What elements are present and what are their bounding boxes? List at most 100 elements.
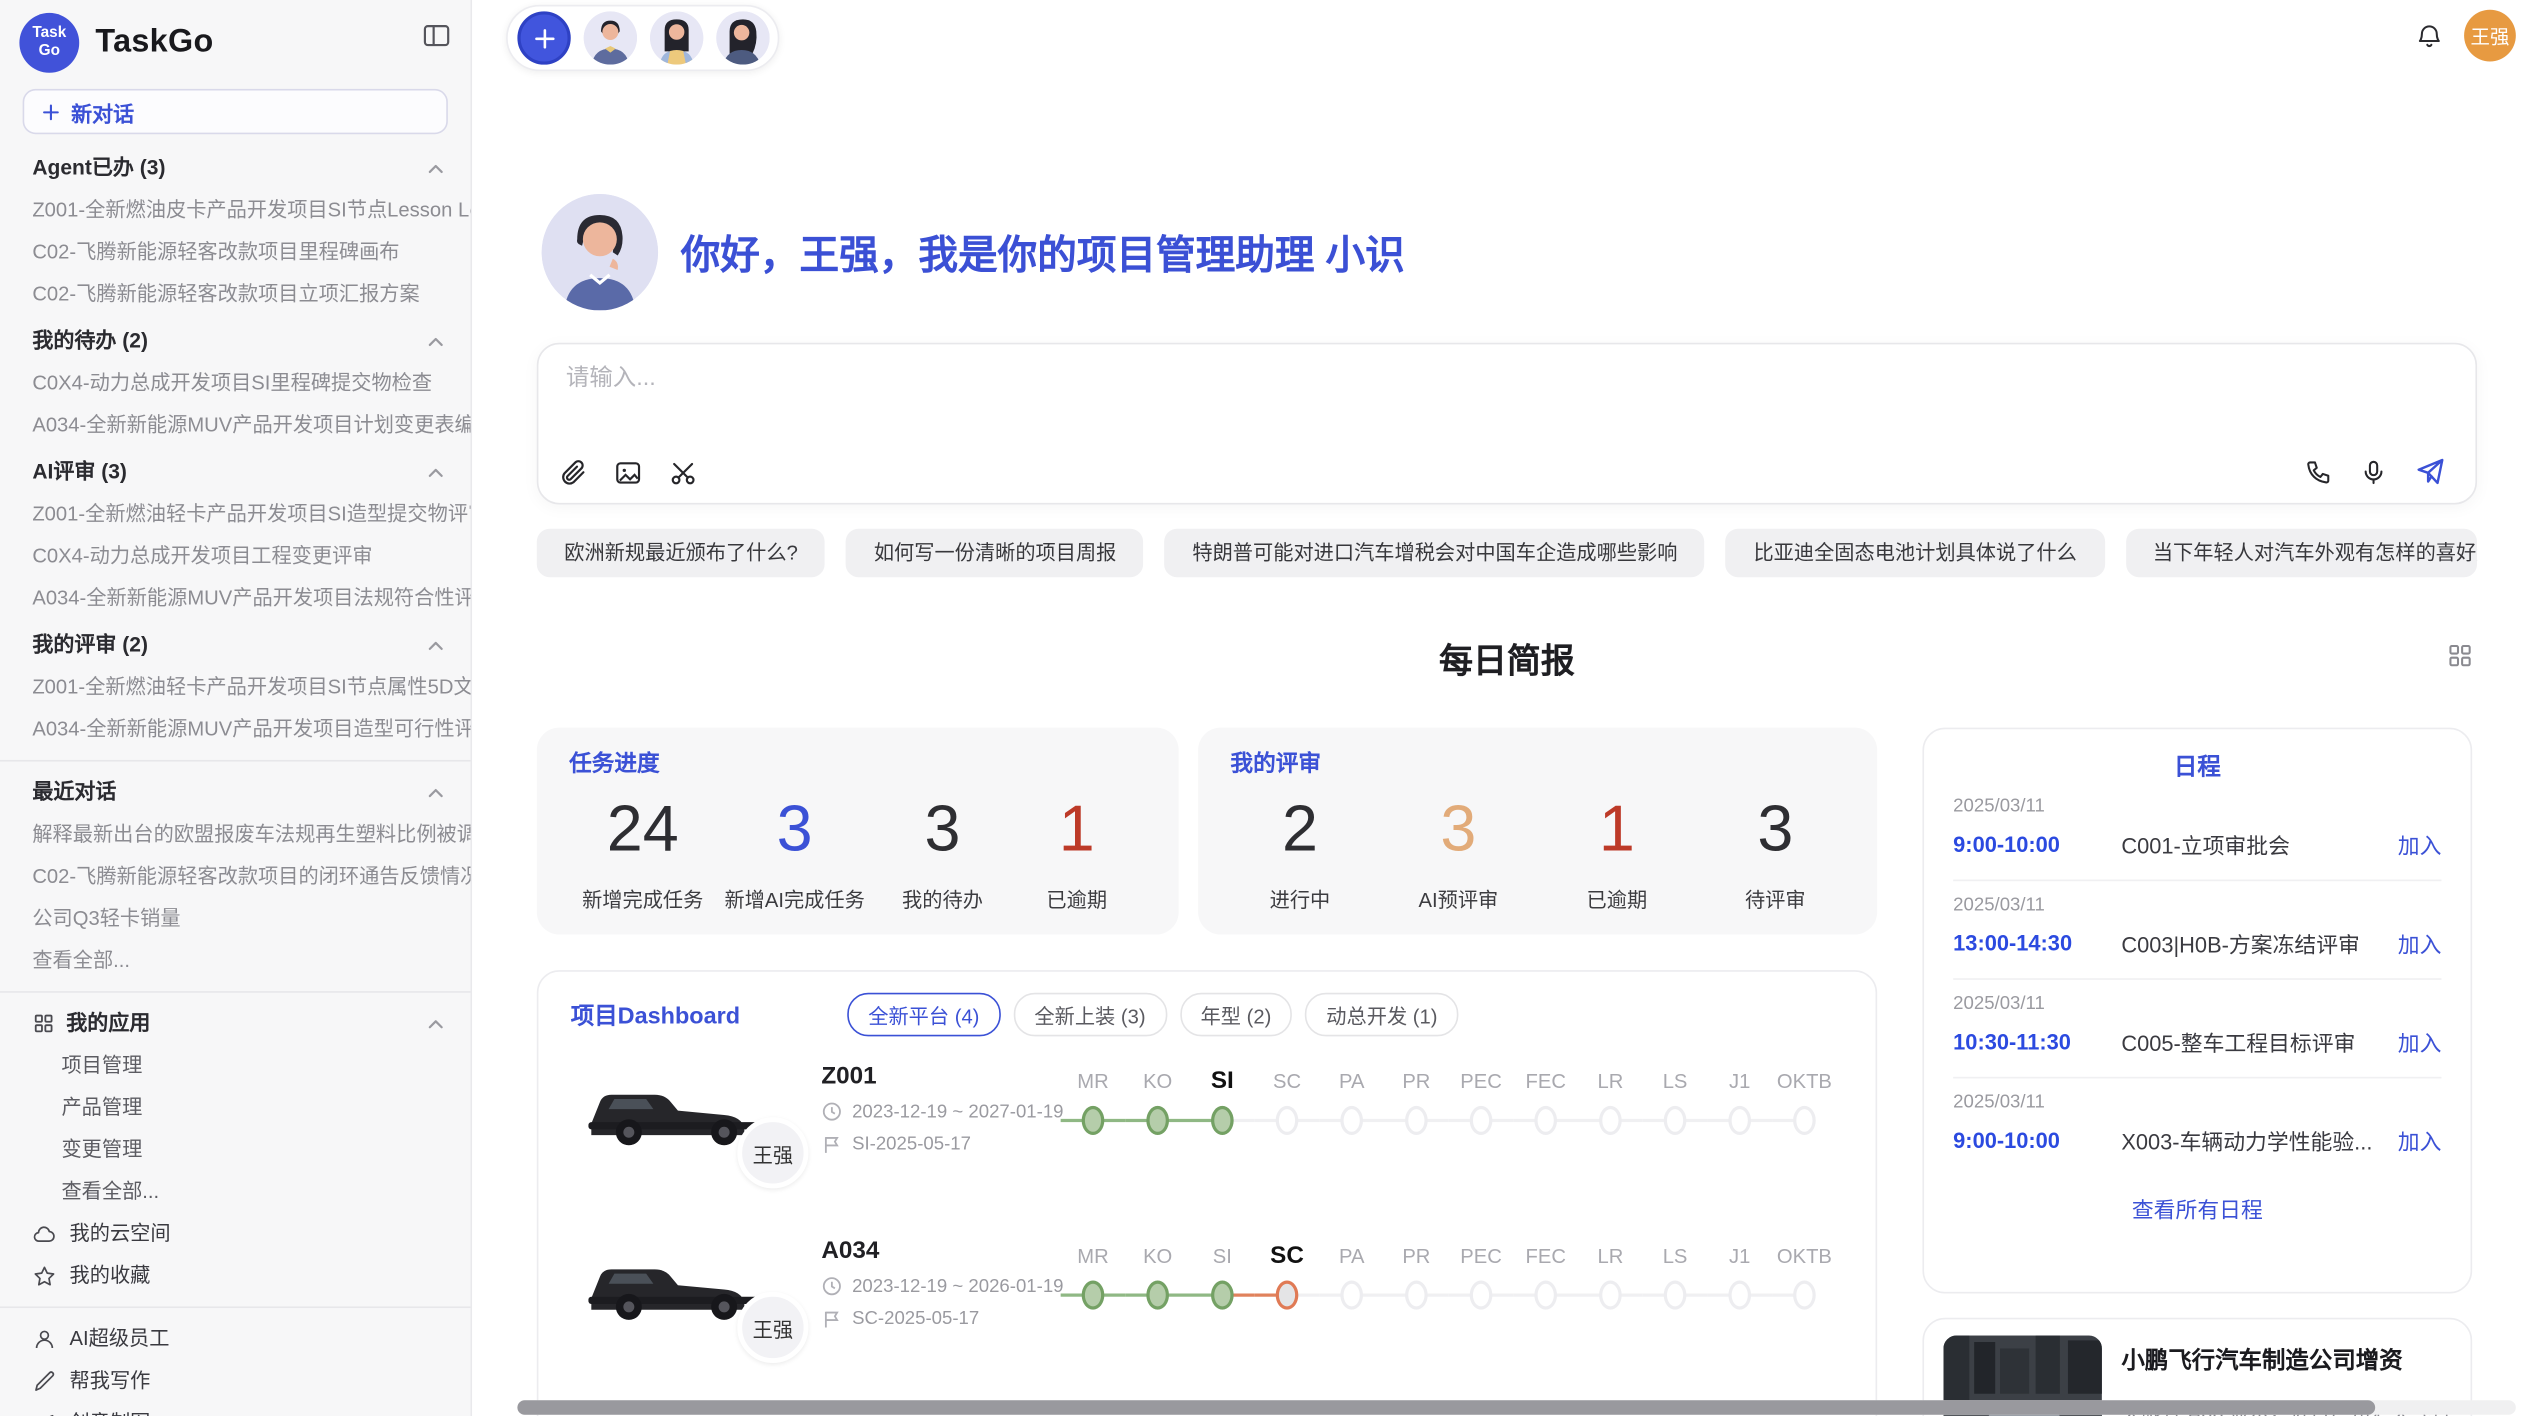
- greeting-text: 你好，王强，我是你的项目管理助理 小识: [681, 224, 1405, 281]
- suggestion-chip[interactable]: 如何写一份清晰的项目周报: [846, 529, 1144, 578]
- creative-drawing[interactable]: 创意制图: [0, 1402, 471, 1416]
- plus-icon: [531, 25, 557, 51]
- milestone-dot: [1664, 1106, 1687, 1135]
- sidebar-header: Task Go TaskGo: [0, 0, 471, 73]
- list-item[interactable]: C02-飞腾新能源轻客改款项目立项汇报方案: [0, 273, 471, 315]
- app-item-change-mgmt[interactable]: 变更管理: [0, 1129, 471, 1171]
- pencil-icon: [32, 1369, 56, 1393]
- help-me-write[interactable]: 帮我写作: [0, 1360, 471, 1402]
- project-dates: 2023-12-19 ~ 2026-01-19: [852, 1277, 1063, 1296]
- view-all-recent[interactable]: 查看全部...: [0, 939, 471, 981]
- milestone-dot: [1146, 1281, 1169, 1310]
- tab-year-model[interactable]: 年型 (2): [1180, 993, 1293, 1037]
- tab-new-platform[interactable]: 全新平台 (4): [847, 993, 1000, 1037]
- chat-input[interactable]: [566, 365, 1728, 391]
- stat: 3 新增AI完成任务: [724, 792, 864, 913]
- list-item[interactable]: Z001-全新燃油轻卡产品开发项目SI造型提交物评审: [0, 493, 471, 535]
- image-icon[interactable]: [613, 458, 644, 489]
- scissors-icon[interactable]: [668, 458, 699, 489]
- app-title: TaskGo: [95, 24, 213, 61]
- chevron-up-icon[interactable]: [427, 463, 445, 481]
- send-icon[interactable]: [2414, 456, 2446, 488]
- logo-line2: Go: [39, 43, 60, 61]
- chevron-up-icon[interactable]: [427, 1015, 445, 1033]
- task-progress-card: 任务进度 24 新增完成任务 3 新增AI完成任务: [537, 728, 1179, 935]
- flag-icon: [821, 1133, 842, 1154]
- list-item[interactable]: Z001-全新燃油皮卡产品开发项目SI节点Lesson Learn报告: [0, 189, 471, 231]
- suggestion-chip[interactable]: 特朗普可能对进口汽车增税会对中国车企造成哪些影响: [1165, 529, 1705, 578]
- suggestion-chip[interactable]: 当下年轻人对汽车外观有怎样的喜好趋势: [2125, 529, 2477, 578]
- tab-powertrain[interactable]: 动总开发 (1): [1305, 993, 1458, 1037]
- card-title: 任务进度: [569, 747, 1146, 779]
- list-item[interactable]: C02-飞腾新能源轻客改款项目里程碑画布: [0, 231, 471, 273]
- suggestion-chip[interactable]: 比亚迪全固态电池计划具体说了什么: [1726, 529, 2104, 578]
- chevron-up-icon[interactable]: [427, 159, 445, 177]
- list-item[interactable]: A034-全新新能源MUV产品开发项目造型可行性评审: [0, 708, 471, 750]
- section-agent-done[interactable]: Agent已办 (3): [0, 147, 471, 189]
- section-my-apps[interactable]: 我的应用: [0, 1002, 471, 1044]
- phone-icon[interactable]: [2304, 458, 2333, 487]
- new-chat-button[interactable]: 新对话: [23, 89, 448, 134]
- milestone-dot: [1793, 1281, 1816, 1310]
- project-row[interactable]: 王强 Z001 2023-12-19 ~ 2027-01-19: [538, 1043, 1875, 1179]
- milestone-dot: [1405, 1281, 1428, 1310]
- milestone-track: MR KO SI SC PA PR PEC FEC LR LS J1: [1061, 1056, 1844, 1163]
- composer-right-tools: [2304, 456, 2446, 488]
- add-member-button[interactable]: [517, 11, 570, 64]
- list-item[interactable]: C0X4-动力总成开发项目SI里程碑提交物检查: [0, 362, 471, 404]
- avatar[interactable]: [650, 11, 703, 64]
- project-name: A034: [821, 1237, 1060, 1264]
- section-recent-chats[interactable]: 最近对话: [0, 771, 471, 813]
- stats-row: 任务进度 24 新增完成任务 3 新增AI完成任务: [537, 728, 1877, 935]
- list-item[interactable]: A034-全新新能源MUV产品开发项目法规符合性评审: [0, 577, 471, 619]
- dashboard-tabs: 全新平台 (4) 全新上装 (3) 年型 (2) 动总开发 (1): [847, 993, 1458, 1037]
- list-item[interactable]: A034-全新新能源MUV产品开发项目计划变更表编写: [0, 404, 471, 446]
- suggestion-chip[interactable]: 欧洲新规最近颁布了什么?: [537, 529, 826, 578]
- avatar[interactable]: [584, 11, 637, 64]
- list-item[interactable]: C02-飞腾新能源轻客改款项目的闭环通告反馈情况: [0, 855, 471, 897]
- sidebar-collapse-icon[interactable]: [422, 21, 451, 50]
- milestone-dot: [1534, 1106, 1557, 1135]
- bell-icon[interactable]: [2414, 21, 2445, 52]
- mic-icon[interactable]: [2359, 458, 2388, 487]
- list-item[interactable]: 公司Q3轻卡销量: [0, 897, 471, 939]
- schedule-event: 2025/03/11 10:30-11:30 C005-整车工程目标评审 加入: [1953, 980, 2441, 1079]
- stat: 24 新增完成任务: [582, 792, 703, 913]
- project-row[interactable]: 王强 A034 2023-12-19 ~ 2026-01-19: [538, 1217, 1875, 1353]
- paperclip-icon[interactable]: [558, 458, 589, 489]
- milestone-dot: [1211, 1281, 1234, 1310]
- section-my-todo[interactable]: 我的待办 (2): [0, 320, 471, 362]
- view-all-apps[interactable]: 查看全部...: [0, 1171, 471, 1213]
- join-button[interactable]: 加入: [2398, 828, 2442, 860]
- chevron-up-icon[interactable]: [427, 636, 445, 654]
- grid-icon[interactable]: [2446, 642, 2473, 669]
- section-my-review[interactable]: 我的评审 (2): [0, 624, 471, 666]
- chevron-up-icon[interactable]: [427, 783, 445, 801]
- horizontal-scrollbar-thumb[interactable]: [517, 1400, 2376, 1415]
- list-item[interactable]: C0X4-动力总成开发项目工程变更评审: [0, 535, 471, 577]
- app-item-product-mgmt[interactable]: 产品管理: [0, 1087, 471, 1129]
- stat: 1 已逾期: [1020, 792, 1133, 913]
- list-item[interactable]: Z001-全新燃油轻卡产品开发项目SI节点属性5D文件评审: [0, 666, 471, 708]
- join-button[interactable]: 加入: [2398, 1124, 2442, 1156]
- chevron-up-icon[interactable]: [427, 332, 445, 350]
- user-avatar[interactable]: 王强: [2464, 10, 2516, 62]
- tab-new-body[interactable]: 全新上装 (3): [1013, 993, 1166, 1037]
- project-next-milestone: SI-2025-05-17: [852, 1134, 971, 1153]
- horizontal-scrollbar: [517, 1400, 2515, 1415]
- flag-icon: [821, 1308, 842, 1329]
- join-button[interactable]: 加入: [2398, 926, 2442, 958]
- my-favorites[interactable]: 我的收藏: [0, 1255, 471, 1297]
- milestone-dot: [1276, 1106, 1299, 1135]
- stat: 3 我的待办: [886, 792, 999, 913]
- app-item-project-mgmt[interactable]: 项目管理: [0, 1044, 471, 1086]
- list-item[interactable]: 解释最新出台的欧盟报废车法规再生塑料比例被调至15%...: [0, 813, 471, 855]
- my-cloud-space[interactable]: 我的云空间: [0, 1213, 471, 1255]
- ai-super-staff[interactable]: AI超级员工: [0, 1318, 471, 1360]
- clock-icon: [821, 1276, 842, 1297]
- avatar[interactable]: [716, 11, 769, 64]
- section-ai-review[interactable]: AI评审 (3): [0, 451, 471, 493]
- team-pill: [506, 5, 779, 71]
- view-all-schedule[interactable]: 查看所有日程: [1953, 1192, 2441, 1224]
- join-button[interactable]: 加入: [2398, 1025, 2442, 1057]
